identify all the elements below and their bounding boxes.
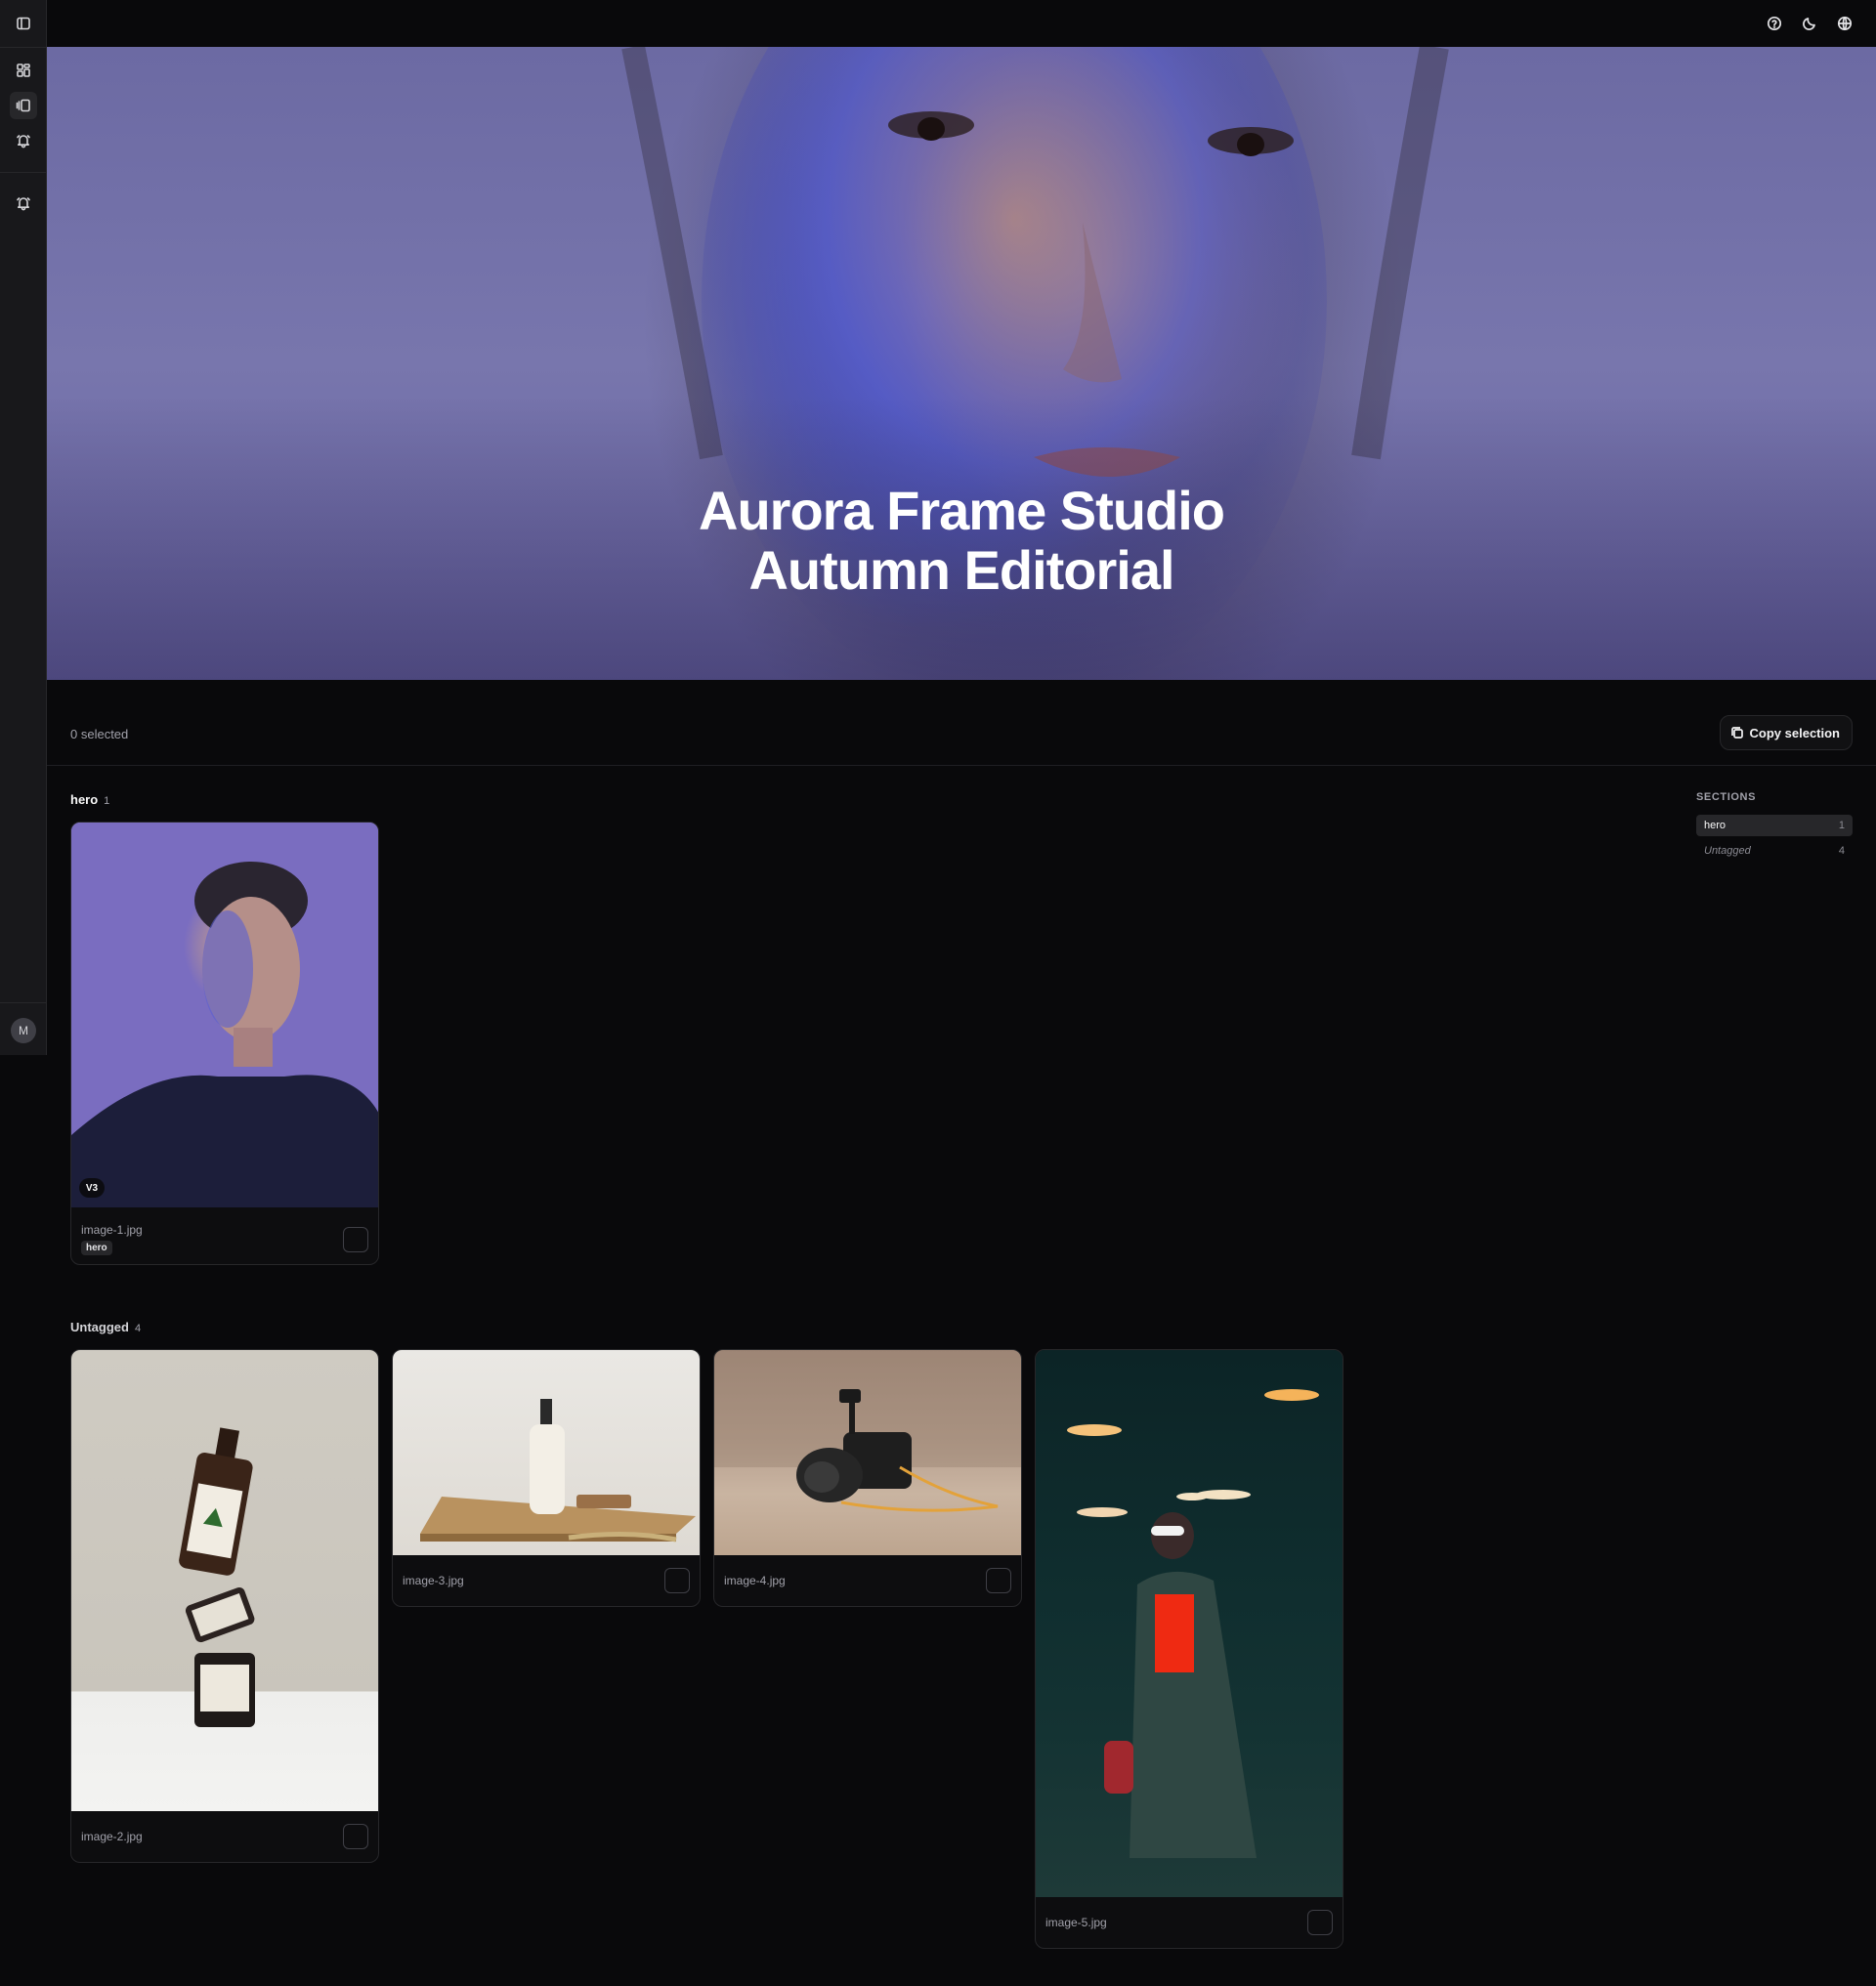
section-heading-hero: hero 1 xyxy=(70,792,109,807)
file-name: image-5.jpg xyxy=(1045,1916,1107,1929)
copy-icon xyxy=(1730,727,1743,739)
file-name: image-1.jpg xyxy=(81,1223,143,1237)
sections-nav-count: 1 xyxy=(1838,820,1845,831)
avatar[interactable]: M xyxy=(11,1018,36,1043)
image-card[interactable]: image-4.jpg xyxy=(713,1349,1022,1607)
bell-icon[interactable] xyxy=(10,190,37,217)
card-footer: image-3.jpg xyxy=(393,1555,700,1606)
portrait-thumbnail-image xyxy=(71,862,378,1207)
file-name: image-2.jpg xyxy=(81,1830,143,1843)
selection-bar: 0 selected Copy selection xyxy=(47,680,1876,766)
left-rail: M xyxy=(0,0,47,1055)
select-checkbox[interactable] xyxy=(343,1227,368,1252)
section-name: Untagged xyxy=(70,1320,129,1334)
select-checkbox[interactable] xyxy=(343,1824,368,1849)
street-fashion-thumbnail-image xyxy=(1067,1389,1319,1858)
sections-nav-count: 4 xyxy=(1838,845,1845,857)
copy-selection-label: Copy selection xyxy=(1749,725,1840,740)
image-5-thumbnail xyxy=(1036,1350,1343,1897)
bell-icon[interactable] xyxy=(10,127,37,154)
moon-icon[interactable] xyxy=(1798,12,1821,35)
file-name: image-4.jpg xyxy=(724,1574,786,1587)
page-title-line-2: Autumn Editorial xyxy=(748,539,1174,601)
tag-badge: hero xyxy=(81,1241,112,1255)
image-2-thumbnail xyxy=(71,1350,378,1811)
copy-selection-button[interactable]: Copy selection xyxy=(1719,715,1853,750)
image-3-thumbnail xyxy=(393,1350,700,1555)
camera-thumbnail-image xyxy=(714,1350,1021,1512)
sections-panel-title: SECTIONS xyxy=(1696,791,1757,803)
image-card[interactable]: image-2.jpg xyxy=(70,1349,379,1863)
select-checkbox[interactable] xyxy=(664,1568,690,1593)
version-badge: V3 xyxy=(79,1178,105,1198)
select-checkbox[interactable] xyxy=(1307,1910,1333,1935)
sections-nav-label: hero xyxy=(1704,820,1727,831)
page-title: Aurora Frame Studio Autumn Editorial xyxy=(47,481,1876,600)
card-footer: image-2.jpg xyxy=(71,1811,378,1862)
file-name: image-3.jpg xyxy=(403,1574,464,1587)
gallery-icon[interactable] xyxy=(10,92,37,119)
rail-divider xyxy=(0,1002,47,1003)
section-count: 1 xyxy=(104,795,110,807)
help-icon[interactable] xyxy=(1763,12,1786,35)
select-checkbox[interactable] xyxy=(986,1568,1011,1593)
dashboard-icon[interactable] xyxy=(10,57,37,84)
image-1-thumbnail: V3 xyxy=(71,823,378,1207)
image-card[interactable]: image-3.jpg xyxy=(392,1349,701,1607)
section-heading-untagged: Untagged 4 xyxy=(70,1320,141,1334)
sections-nav-label: Untagged xyxy=(1704,845,1751,857)
card-footer: image-1.jpg hero xyxy=(71,1207,378,1264)
globe-icon[interactable] xyxy=(1833,12,1856,35)
hero-banner: Aurora Frame Studio Autumn Editorial xyxy=(47,47,1876,680)
page-title-line-1: Aurora Frame Studio xyxy=(699,480,1225,541)
sidebar-toggle-icon[interactable] xyxy=(10,10,37,37)
image-card[interactable]: V3 image-1.jpg hero xyxy=(70,822,379,1265)
bottles-thumbnail-image xyxy=(179,1427,255,1727)
card-footer: image-5.jpg xyxy=(1036,1897,1343,1948)
image-card[interactable]: image-5.jpg xyxy=(1035,1349,1343,1949)
spray-bottle-thumbnail-image xyxy=(420,1399,696,1542)
image-4-thumbnail xyxy=(714,1350,1021,1555)
top-bar xyxy=(47,0,1876,47)
section-name: hero xyxy=(70,792,99,807)
selected-count: 0 selected xyxy=(70,727,129,741)
rail-divider xyxy=(0,47,47,48)
section-count: 4 xyxy=(134,1323,142,1334)
rail-divider xyxy=(0,172,47,173)
sections-nav-item-untagged[interactable]: Untagged 4 xyxy=(1696,840,1853,862)
sections-nav-item-hero[interactable]: hero 1 xyxy=(1696,815,1853,836)
card-footer: image-4.jpg xyxy=(714,1555,1021,1606)
